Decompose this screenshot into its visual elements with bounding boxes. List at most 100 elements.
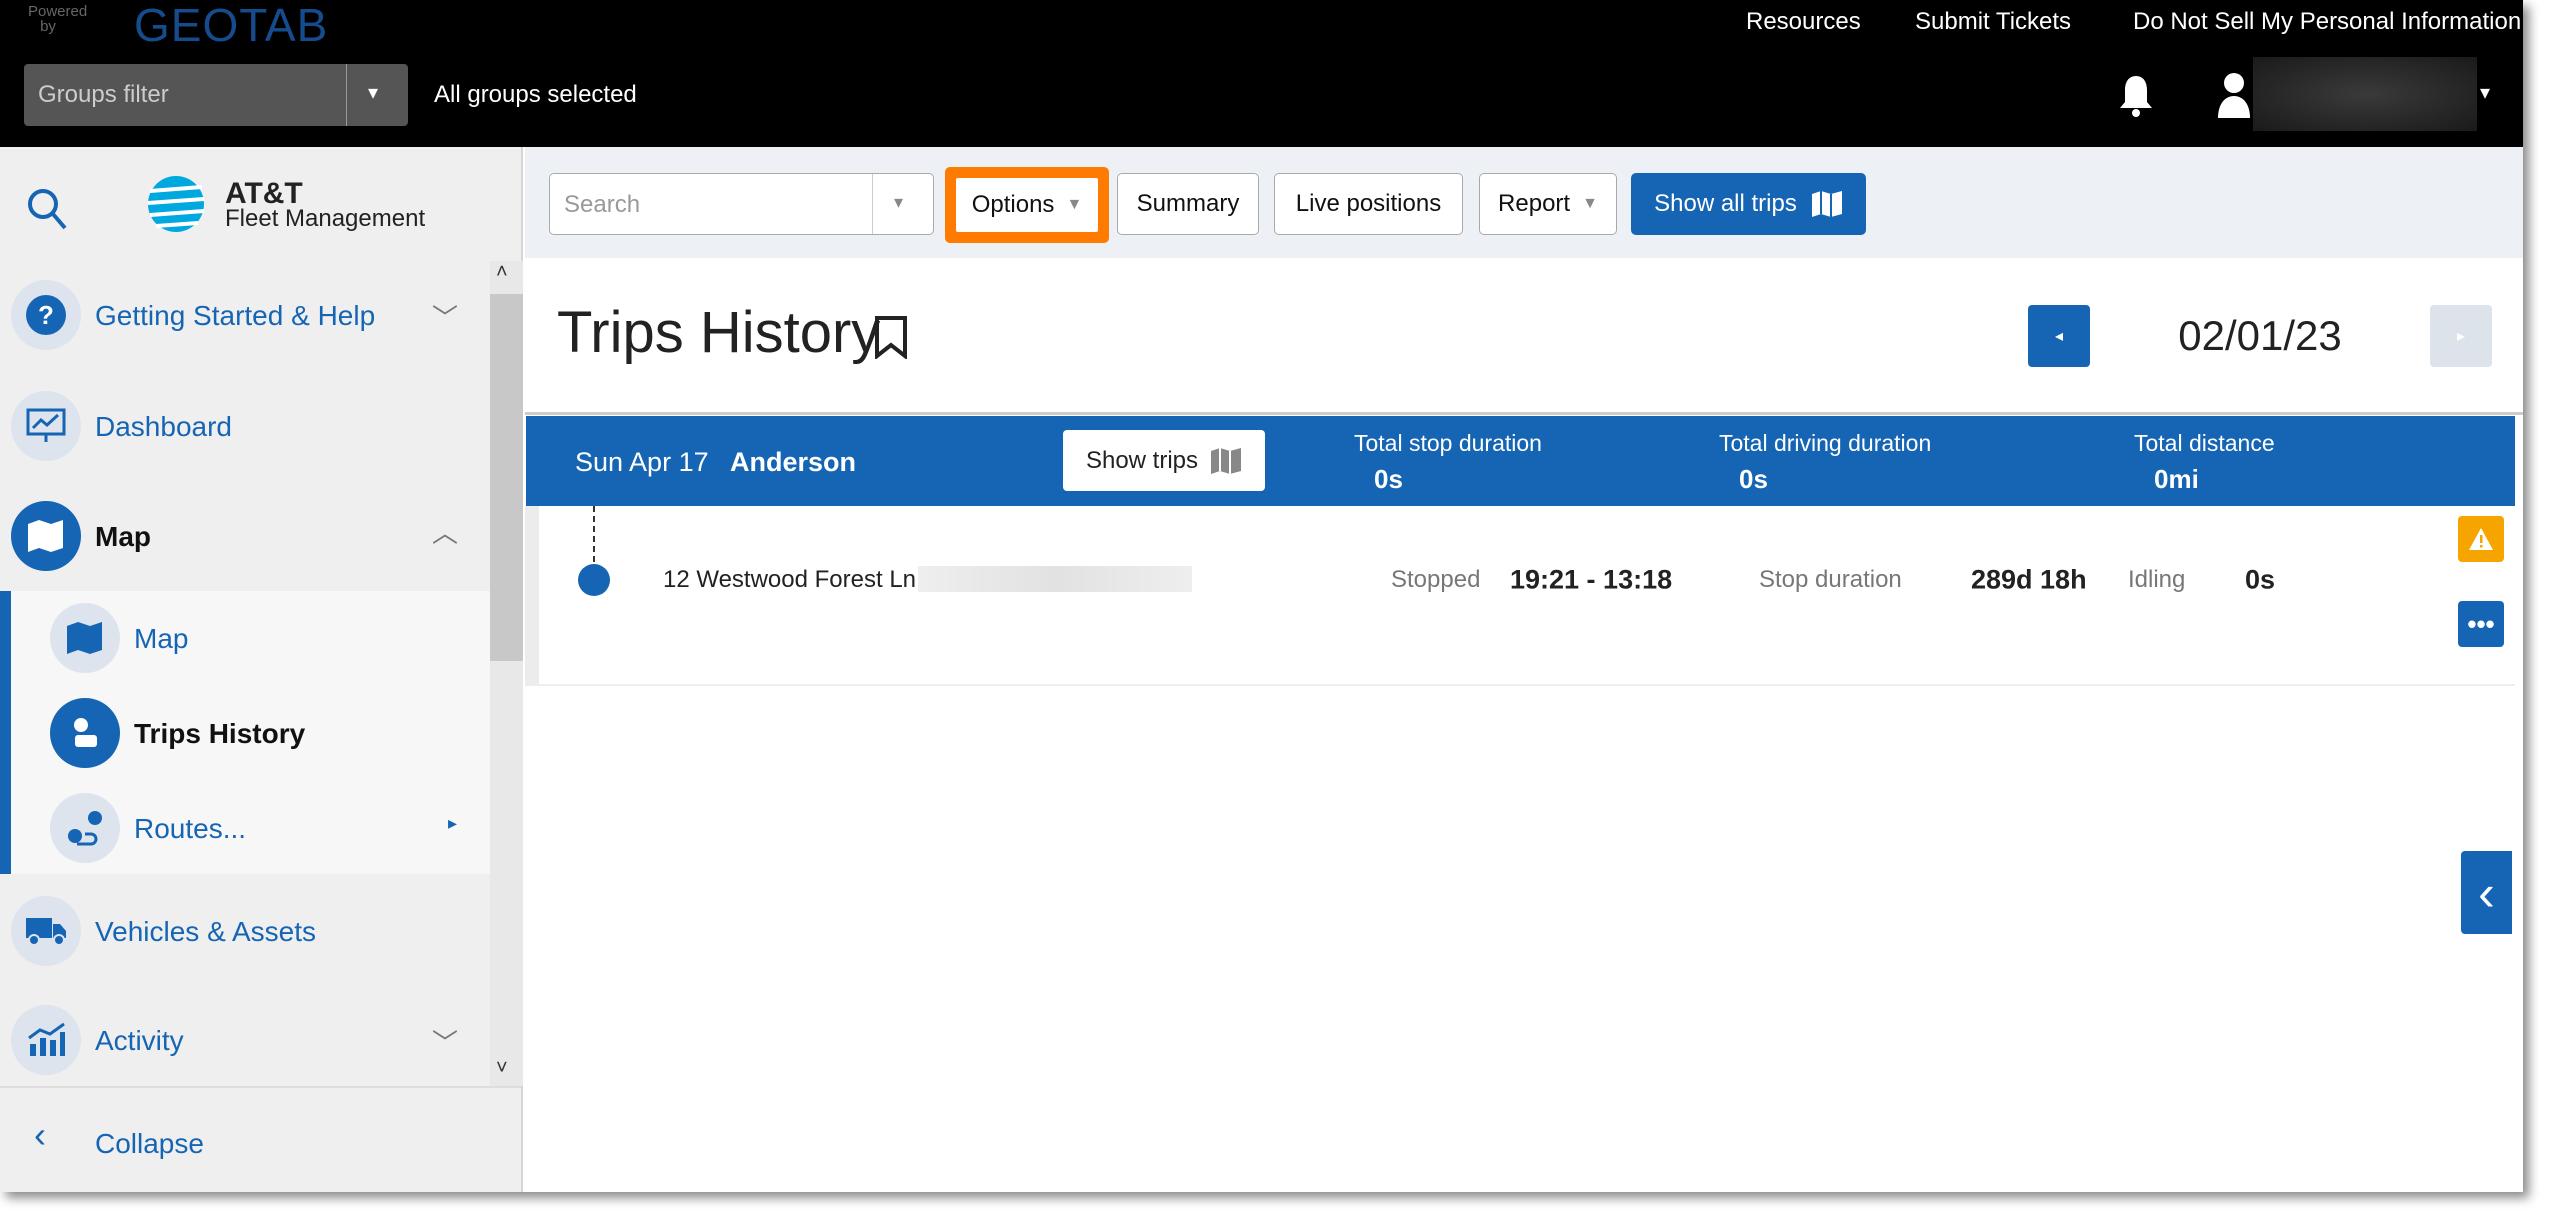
side-panel-toggle[interactable]: ‹: [2461, 851, 2512, 934]
user-icon[interactable]: [2216, 72, 2252, 118]
sidebar-item-getting-started[interactable]: ? Getting Started & Help ﹀: [0, 270, 490, 360]
att-logo-icon: [147, 176, 205, 232]
scroll-up-icon[interactable]: ˄: [496, 261, 508, 284]
chevron-left-icon: ‹: [2478, 864, 2495, 921]
sidebar: AT&T Fleet Management ? Getting Started …: [0, 147, 523, 1192]
sidebar-item-label: Routes...: [134, 813, 247, 844]
idling-value: 0s: [2245, 564, 2276, 595]
stop-duration-label: Stop duration: [1759, 566, 1902, 593]
stat-label: Total driving duration: [1719, 430, 1932, 456]
sidebar-item-label: Trips History: [134, 718, 306, 749]
link-submit-tickets[interactable]: Submit Tickets: [1915, 8, 2071, 36]
chevron-down-icon: ▼: [1582, 195, 1598, 212]
caret-right-icon: ▸: [2456, 328, 2466, 345]
toolbar: Search ▾ Options ▼ Summary Live positions…: [525, 147, 2523, 258]
groups-filter-input[interactable]: Groups filter: [38, 81, 169, 109]
search-field[interactable]: Search ▾: [549, 173, 934, 235]
address-redacted: [918, 566, 1192, 592]
stat-value: 0mi: [2154, 464, 2199, 494]
more-options-button[interactable]: •••: [2458, 601, 2504, 647]
sidebar-item-dashboard[interactable]: Dashboard: [0, 381, 490, 471]
map-icon: [11, 501, 81, 571]
map-icon: [1811, 191, 1842, 217]
sidebar-item-routes[interactable]: Routes... ▸: [0, 783, 490, 873]
stop-duration-value: 289d 18h: [1971, 564, 2087, 595]
scroll-down-icon[interactable]: ˅: [496, 1057, 508, 1080]
sidebar-item-label: Dashboard: [95, 411, 232, 442]
report-button[interactable]: Report ▼: [1479, 173, 1617, 235]
show-trips-button[interactable]: Show trips: [1063, 430, 1265, 491]
main-panel: Search ▾ Options ▼ Summary Live positions…: [525, 147, 2523, 1192]
options-button[interactable]: Options ▼: [956, 178, 1098, 232]
show-all-trips-button[interactable]: Show all trips: [1631, 173, 1866, 235]
chevron-down-icon[interactable]: ▾: [2480, 80, 2490, 105]
chevron-down-icon: ﹀: [432, 303, 459, 333]
powered-by: Powered by: [28, 3, 88, 35]
trip-row[interactable]: 12 Westwood Forest Ln, Stopped 19:21 - 1…: [525, 506, 2515, 686]
caret-right-icon: ▸: [448, 813, 458, 833]
user-name-redacted[interactable]: [2253, 57, 2477, 131]
geotab-logo: GEOTAB: [134, 0, 329, 51]
trip-group-header: Sun Apr 17 Anderson Show trips Total sto…: [526, 416, 2515, 506]
chevron-down-icon[interactable]: ▾: [894, 192, 903, 213]
divider: [525, 412, 2523, 415]
trips-icon: [50, 698, 120, 768]
sidebar-item-label: Map: [95, 521, 151, 552]
idling-label: Idling: [2128, 566, 2186, 593]
app-window: Powered by GEOTAB Resources Submit Ticke…: [0, 0, 2523, 1192]
link-resources[interactable]: Resources: [1746, 8, 1861, 36]
chevron-down-icon[interactable]: ▾: [368, 80, 378, 105]
warning-badge[interactable]: [2458, 516, 2504, 562]
truck-icon: [11, 896, 81, 966]
chevron-up-icon: ︿: [432, 518, 459, 548]
sidebar-item-activity[interactable]: Activity ﹀: [0, 995, 490, 1085]
sidebar-item-map-sub[interactable]: Map: [0, 593, 490, 683]
group-driver: Anderson: [730, 447, 857, 477]
live-positions-button[interactable]: Live positions: [1274, 173, 1463, 235]
previous-date-button[interactable]: ◂: [2028, 305, 2090, 367]
stat-value: 0s: [1739, 464, 1768, 494]
sidebar-item-map[interactable]: Map ︿: [0, 491, 490, 581]
chevron-down-icon: ﹀: [432, 1028, 459, 1058]
bell-icon[interactable]: [2118, 74, 2154, 118]
sidebar-item-label: Getting Started & Help: [95, 300, 376, 331]
activity-icon: [11, 1005, 81, 1075]
collapse-button[interactable]: ‹ Collapse: [0, 1086, 521, 1192]
status-label: Stopped: [1391, 566, 1481, 593]
sidebar-item-label: Map: [134, 623, 189, 654]
bookmark-icon[interactable]: [873, 315, 909, 359]
stat-label: Total distance: [2134, 430, 2275, 456]
top-bar: Powered by GEOTAB Resources Submit Ticke…: [0, 0, 2523, 147]
divider: [346, 64, 347, 126]
ellipsis-icon: •••: [2467, 608, 2495, 639]
logo-subtitle: Fleet Management: [225, 205, 426, 232]
groups-filter[interactable]: Groups filter ▾: [24, 64, 408, 126]
scrollbar-thumb[interactable]: [490, 294, 523, 661]
timeline-line: [593, 506, 595, 572]
show-trips-label: Show trips: [1085, 446, 1199, 474]
chevron-down-icon: ▼: [1066, 196, 1083, 213]
stat-value: 0s: [1374, 464, 1403, 494]
dashboard-icon: [11, 391, 81, 461]
caret-left-icon: ◂: [2054, 328, 2064, 345]
link-do-not-sell[interactable]: Do Not Sell My Personal Information: [2133, 8, 2521, 36]
search-icon[interactable]: [26, 187, 68, 231]
scrollbar[interactable]: ˄ ˅: [490, 261, 523, 1086]
sidebar-item-label: Vehicles & Assets: [95, 916, 317, 947]
page-title: Trips History: [557, 300, 881, 365]
map-icon: [50, 603, 120, 673]
search-input[interactable]: Search: [564, 191, 640, 219]
question-icon: ?: [11, 280, 81, 350]
sidebar-item-trips-history[interactable]: Trips History: [0, 688, 490, 778]
group-date: Sun Apr 17: [575, 447, 709, 477]
stop-marker: [578, 564, 610, 596]
map-icon: [1211, 447, 1242, 474]
chevron-left-icon: ‹: [34, 1114, 46, 1155]
options-label: Options: [971, 191, 1055, 218]
time-range: 19:21 - 13:18: [1510, 564, 1673, 595]
next-date-button[interactable]: ▸: [2430, 305, 2492, 367]
report-label: Report: [1498, 190, 1571, 217]
summary-button[interactable]: Summary: [1117, 173, 1259, 235]
sidebar-item-vehicles[interactable]: Vehicles & Assets: [0, 886, 490, 976]
groups-status: All groups selected: [434, 81, 637, 108]
